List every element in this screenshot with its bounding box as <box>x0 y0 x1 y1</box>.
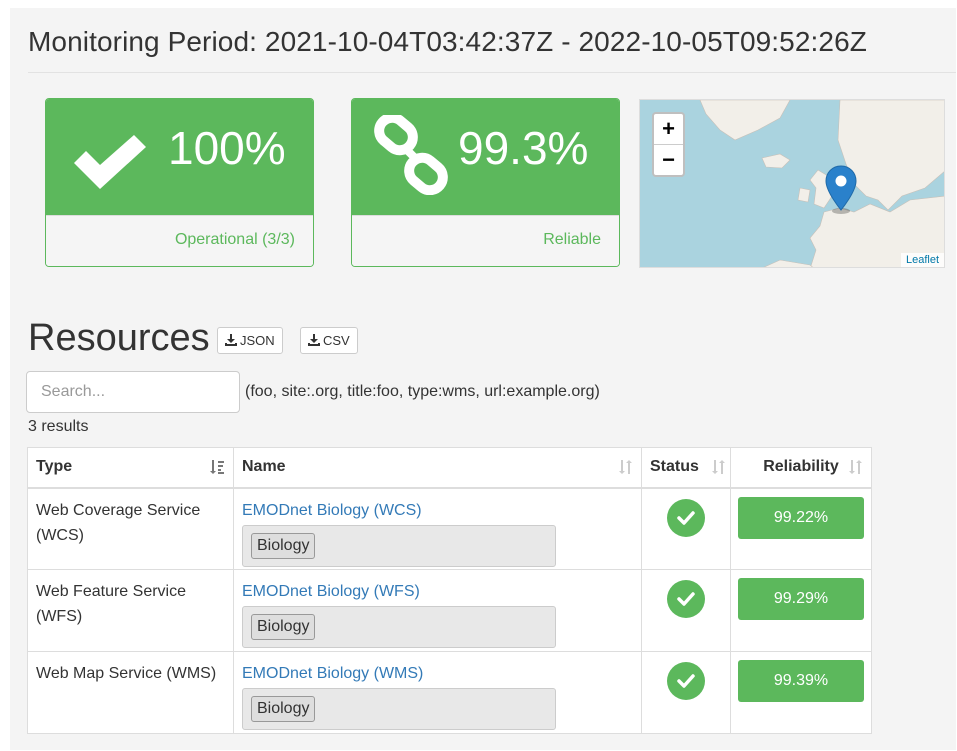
resources-heading: Resources <box>28 317 210 359</box>
operational-panel-header: 100% <box>46 99 313 215</box>
reliability-badge: 99.22% <box>738 496 864 539</box>
keywords-box: Biology <box>242 688 556 730</box>
zoom-out-button[interactable]: − <box>654 144 683 174</box>
table-row: Web Coverage Service (WCS) EMODnet Biolo… <box>27 487 872 570</box>
cell-reliability: 99.29% <box>730 569 872 652</box>
column-header-reliability[interactable]: Reliability <box>730 447 872 489</box>
table-header-row: Type Name Status Reliability <box>27 447 872 489</box>
cell-type: Web Map Service (WMS) <box>27 651 234 734</box>
cell-name: EMODnet Biology (WMS) Biology <box>233 651 642 734</box>
status-ok-icon <box>667 580 705 618</box>
status-ok-icon <box>667 662 705 700</box>
column-header-type[interactable]: Type <box>27 447 234 489</box>
resource-link[interactable]: EMODnet Biology (WFS) <box>242 583 420 600</box>
map-attribution-link[interactable]: Leaflet <box>900 253 944 267</box>
cell-reliability: 99.39% <box>730 651 872 734</box>
sort-icon[interactable] <box>617 459 633 480</box>
json-button-label: JSON <box>240 333 275 348</box>
table-row: Web Map Service (WMS) EMODnet Biology (W… <box>27 651 872 734</box>
csv-button-label: CSV <box>323 333 350 348</box>
resource-link[interactable]: EMODnet Biology (WMS) <box>242 665 423 682</box>
reliability-badge: 99.29% <box>738 578 864 620</box>
status-ok-icon <box>667 498 705 537</box>
cell-status <box>641 569 731 652</box>
sort-icon[interactable] <box>710 459 726 480</box>
cell-reliability: 99.22% <box>730 487 872 570</box>
reliability-badge: 99.39% <box>738 660 864 702</box>
search-hint: (foo, site:.org, title:foo, type:wms, ur… <box>245 383 600 400</box>
keywords-box: Biology <box>242 606 556 648</box>
operational-panel: 100% Operational (3/3) <box>45 98 314 267</box>
keyword-tag[interactable]: Biology <box>251 614 316 640</box>
sort-asc-icon[interactable] <box>209 459 225 480</box>
map-marker-icon[interactable] <box>824 164 858 219</box>
page-title: Monitoring Period: 2021-10-04T03:42:37Z … <box>28 26 867 57</box>
keyword-tag[interactable]: Biology <box>251 696 316 722</box>
link-icon <box>370 112 454 200</box>
keywords-box: Biology <box>242 524 556 567</box>
cell-status <box>641 651 731 734</box>
zoom-in-button[interactable]: + <box>654 114 683 144</box>
reliability-panel: 99.3% Reliable <box>351 98 620 267</box>
cell-status <box>641 487 731 570</box>
map-tiles <box>640 100 944 267</box>
download-csv-button[interactable]: CSV <box>300 327 358 354</box>
check-icon <box>70 133 150 196</box>
location-map[interactable]: + − Leaflet <box>639 99 945 268</box>
reliability-label: Reliable <box>352 215 619 266</box>
download-icon <box>308 334 320 346</box>
cell-type: Web Coverage Service (WCS) <box>27 487 234 570</box>
cell-name: EMODnet Biology (WCS) Biology <box>233 487 642 570</box>
operational-label: Operational (3/3) <box>46 215 313 266</box>
cell-type: Web Feature Service (WFS) <box>27 569 234 652</box>
sort-icon[interactable] <box>847 459 863 480</box>
table-row: Web Feature Service (WFS) EMODnet Biolog… <box>27 569 872 652</box>
column-header-status[interactable]: Status <box>641 447 731 489</box>
reliability-panel-header: 99.3% <box>352 99 619 215</box>
divider <box>28 72 956 73</box>
resource-link[interactable]: EMODnet Biology (WCS) <box>242 502 422 519</box>
download-json-button[interactable]: JSON <box>217 327 283 354</box>
reliability-value: 99.3% <box>458 122 589 174</box>
keyword-tag[interactable]: Biology <box>251 532 316 559</box>
results-count: 3 results <box>28 418 89 435</box>
search-input[interactable] <box>26 371 240 413</box>
cell-name: EMODnet Biology (WFS) Biology <box>233 569 642 652</box>
operational-value: 100% <box>168 122 286 174</box>
download-icon <box>225 334 237 346</box>
map-zoom-control: + − <box>652 112 685 177</box>
resources-table: Type Name Status Reliability Web Coverag… <box>27 447 872 734</box>
column-header-name[interactable]: Name <box>233 447 642 489</box>
